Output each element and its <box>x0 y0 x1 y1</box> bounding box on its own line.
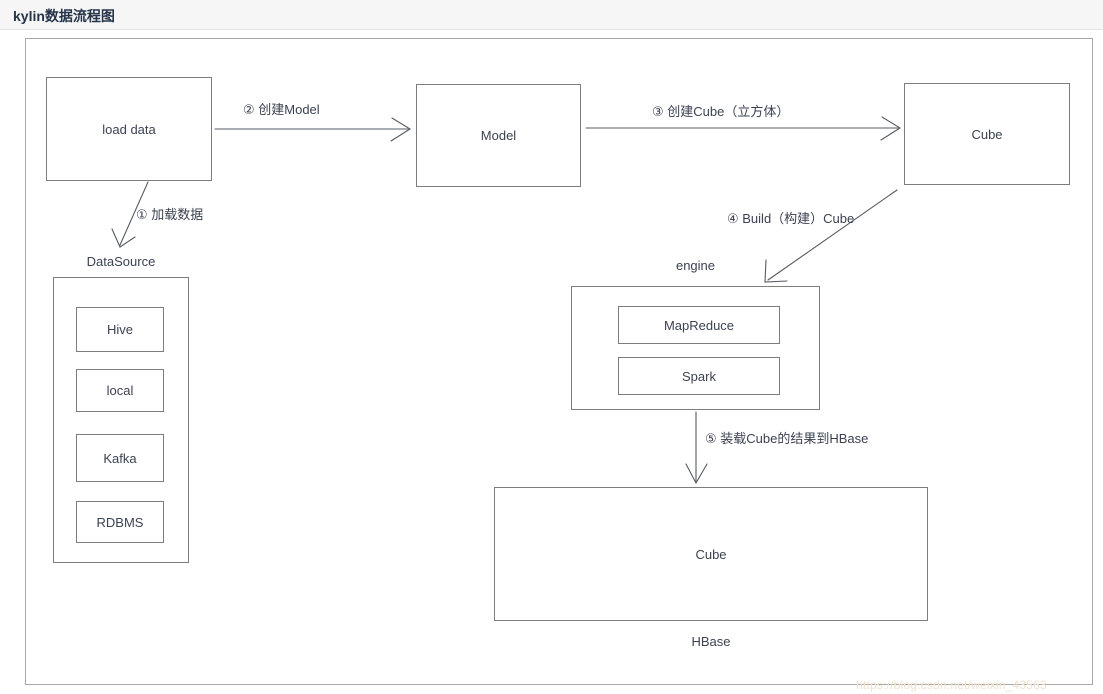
node-local[interactable]: local <box>76 369 164 412</box>
edge-label-step-1: ① 加载数据 <box>136 207 204 222</box>
node-model[interactable]: Model <box>416 84 581 187</box>
node-load-data[interactable]: load data <box>46 77 212 181</box>
edge-label-step-2: ② 创建Model <box>243 102 320 117</box>
hbase-group-label: HBase <box>691 634 731 649</box>
datasource-group-label: DataSource <box>86 254 156 269</box>
node-cube-top-label: Cube <box>971 126 1003 142</box>
node-kafka-label: Kafka <box>103 450 137 466</box>
node-spark-label: Spark <box>682 368 716 384</box>
engine-group-label: engine <box>675 258 716 273</box>
watermark: https://blog.csdn.net/weixin_43563 <box>856 678 1047 692</box>
node-mapreduce-label: MapReduce <box>663 317 735 333</box>
node-local-label: local <box>106 383 134 398</box>
node-hive[interactable]: Hive <box>76 307 164 352</box>
node-load-data-label: load data <box>102 121 156 137</box>
node-rdbms[interactable]: RDBMS <box>76 501 164 543</box>
edge-label-step-3: ③ 创建Cube（立方体） <box>652 104 790 119</box>
node-mapreduce[interactable]: MapReduce <box>618 306 780 344</box>
node-rdbms-label: RDBMS <box>96 514 144 530</box>
node-cube-top[interactable]: Cube <box>904 83 1070 185</box>
node-cube-bottom[interactable]: Cube <box>494 487 928 621</box>
edge-label-step-5: ⑤ 装载Cube的结果到HBase <box>705 431 869 446</box>
node-model-label: Model <box>480 128 517 143</box>
edge-label-step-4: ④ Build（构建）Cube <box>727 211 855 226</box>
header-bar: kylin数据流程图 <box>0 0 1103 30</box>
node-kafka[interactable]: Kafka <box>76 434 164 482</box>
page-title: kylin数据流程图 <box>13 8 115 24</box>
node-spark[interactable]: Spark <box>618 357 780 395</box>
node-hive-label: Hive <box>106 322 133 337</box>
node-cube-bottom-label: Cube <box>695 546 727 562</box>
